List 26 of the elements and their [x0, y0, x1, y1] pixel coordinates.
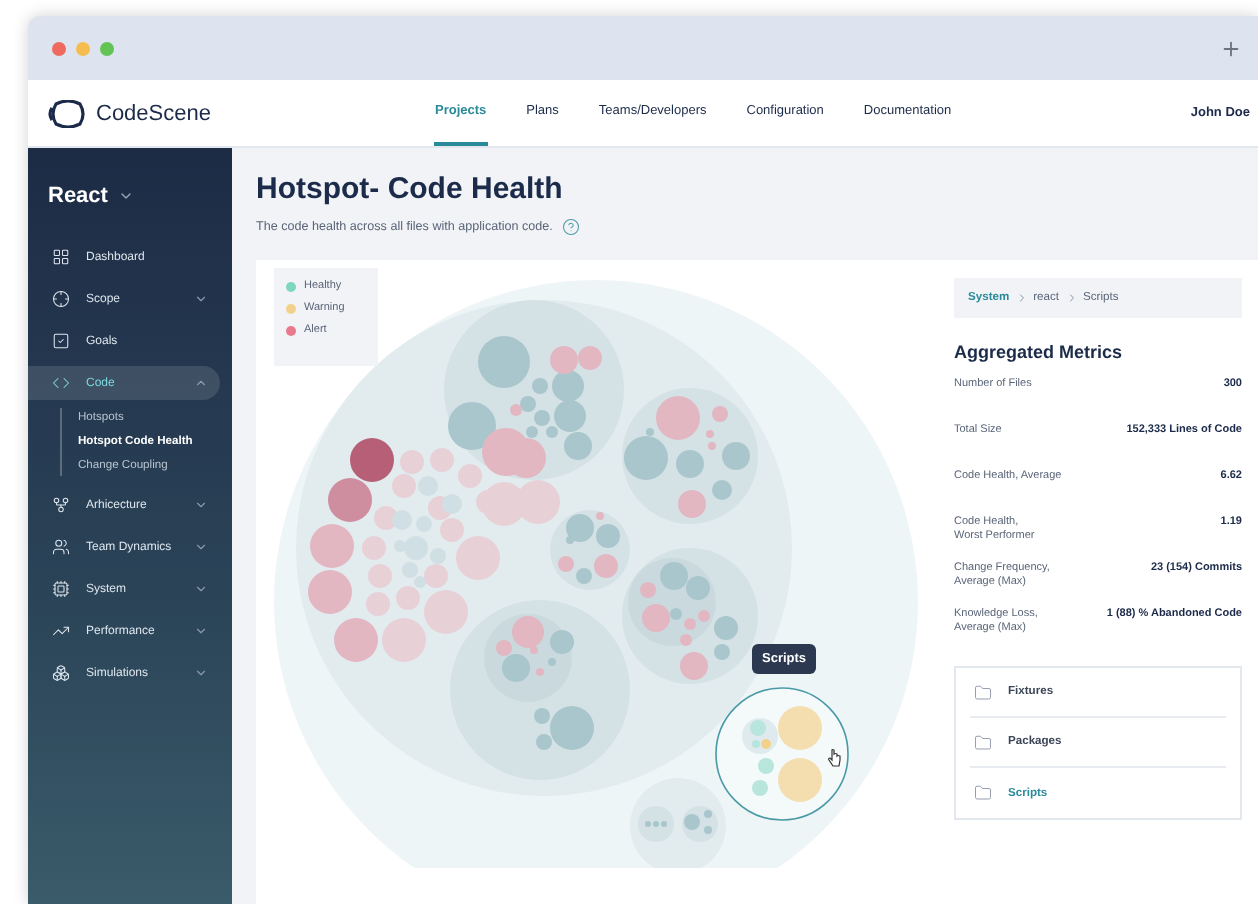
- grid-icon: [52, 248, 70, 266]
- metrics-title: Aggregated Metrics: [954, 342, 1125, 362]
- logo-icon: [48, 99, 88, 127]
- users-icon: [52, 538, 70, 556]
- folder-icon: [974, 683, 992, 701]
- brand-name: CodeScene: [96, 101, 211, 125]
- checkbox-icon: [52, 332, 70, 350]
- boxes-icon: [52, 664, 70, 682]
- help-icon[interactable]: [562, 218, 581, 236]
- add-icon[interactable]: [1220, 37, 1242, 59]
- maximize-icon[interactable]: [100, 41, 114, 55]
- crosshair-icon: [52, 290, 70, 308]
- chevron-down-icon: [117, 188, 134, 204]
- chevron-right-icon: [1015, 292, 1028, 304]
- trend-icon: [52, 622, 70, 640]
- fork-icon: [52, 496, 70, 514]
- chip-icon: [52, 580, 70, 598]
- chevron-right-icon: [1065, 292, 1078, 304]
- minimize-icon[interactable]: [76, 41, 90, 55]
- folder-icon: [974, 733, 992, 751]
- folder-icon: [974, 784, 992, 802]
- code-icon: [52, 374, 70, 392]
- project-selector[interactable]: React: [28, 184, 232, 208]
- page-title: Hotspot- Code Health: [256, 172, 565, 206]
- close-icon[interactable]: [52, 41, 66, 55]
- hand-cursor-icon: [826, 748, 842, 768]
